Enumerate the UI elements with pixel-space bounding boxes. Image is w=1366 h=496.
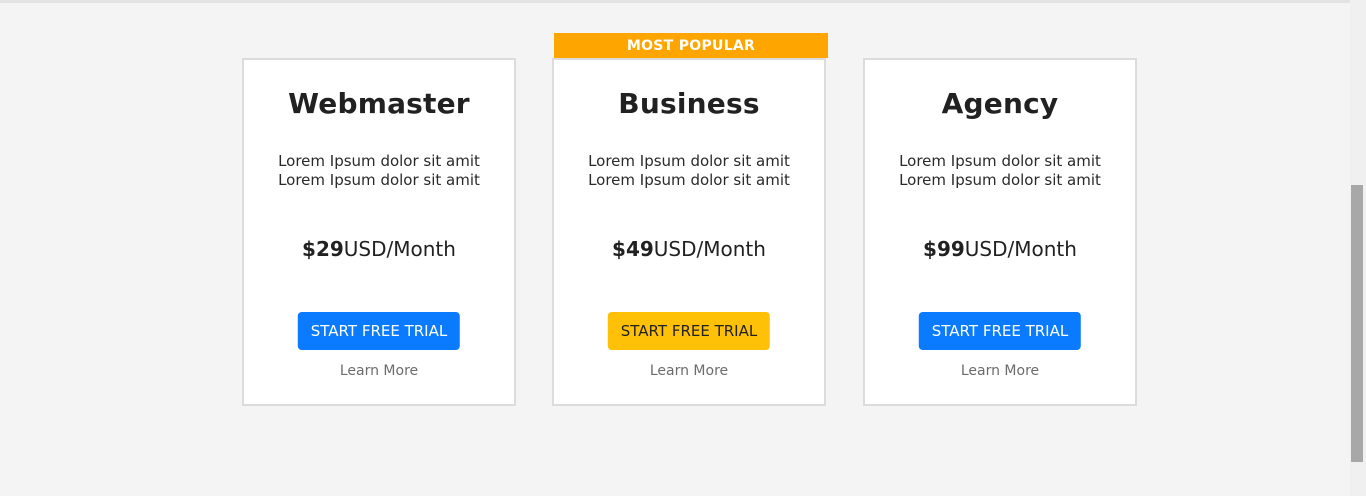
- plan-description-line: Lorem Ipsum dolor sit amit: [588, 171, 790, 189]
- plan-description-line: Lorem Ipsum dolor sit amit: [899, 171, 1101, 189]
- vertical-scrollbar[interactable]: [1350, 0, 1366, 496]
- plan-description-line: Lorem Ipsum dolor sit amit: [278, 152, 480, 170]
- top-divider: [0, 0, 1350, 3]
- scrollbar-thumb[interactable]: [1351, 185, 1363, 462]
- most-popular-badge: MOST POPULAR: [554, 33, 828, 58]
- price-unit: USD/Month: [653, 237, 766, 261]
- price-amount: $99: [923, 237, 965, 261]
- price-unit: USD/Month: [964, 237, 1077, 261]
- plan-description-line: Lorem Ipsum dolor sit amit: [278, 171, 480, 189]
- plan-description-line: Lorem Ipsum dolor sit amit: [899, 152, 1101, 170]
- price-unit: USD/Month: [343, 237, 456, 261]
- plan-description: Lorem Ipsum dolor sit amit Lorem Ipsum d…: [865, 152, 1135, 190]
- plan-description: Lorem Ipsum dolor sit amit Lorem Ipsum d…: [244, 152, 514, 190]
- pricing-page: MOST POPULAR Webmaster Lorem Ipsum dolor…: [0, 0, 1366, 496]
- plan-price: $99USD/Month: [865, 237, 1135, 261]
- plan-description: Lorem Ipsum dolor sit amit Lorem Ipsum d…: [554, 152, 824, 190]
- price-amount: $49: [612, 237, 654, 261]
- start-free-trial-button[interactable]: START FREE TRIAL: [918, 312, 1082, 350]
- start-free-trial-button[interactable]: START FREE TRIAL: [607, 312, 771, 350]
- pricing-card-agency: Agency Lorem Ipsum dolor sit amit Lorem …: [863, 58, 1137, 406]
- plan-price: $29USD/Month: [244, 237, 514, 261]
- learn-more-link[interactable]: Learn More: [554, 363, 824, 379]
- plan-description-line: Lorem Ipsum dolor sit amit: [588, 152, 790, 170]
- learn-more-link[interactable]: Learn More: [865, 363, 1135, 379]
- pricing-card-business: Business Lorem Ipsum dolor sit amit Lore…: [552, 58, 826, 406]
- plan-title: Agency: [941, 87, 1059, 120]
- learn-more-link[interactable]: Learn More: [244, 363, 514, 379]
- plan-title: Business: [618, 87, 760, 120]
- start-free-trial-button[interactable]: START FREE TRIAL: [297, 312, 461, 350]
- price-amount: $29: [302, 237, 344, 261]
- plan-title: Webmaster: [288, 87, 470, 120]
- plan-price: $49USD/Month: [554, 237, 824, 261]
- pricing-card-webmaster: Webmaster Lorem Ipsum dolor sit amit Lor…: [242, 58, 516, 406]
